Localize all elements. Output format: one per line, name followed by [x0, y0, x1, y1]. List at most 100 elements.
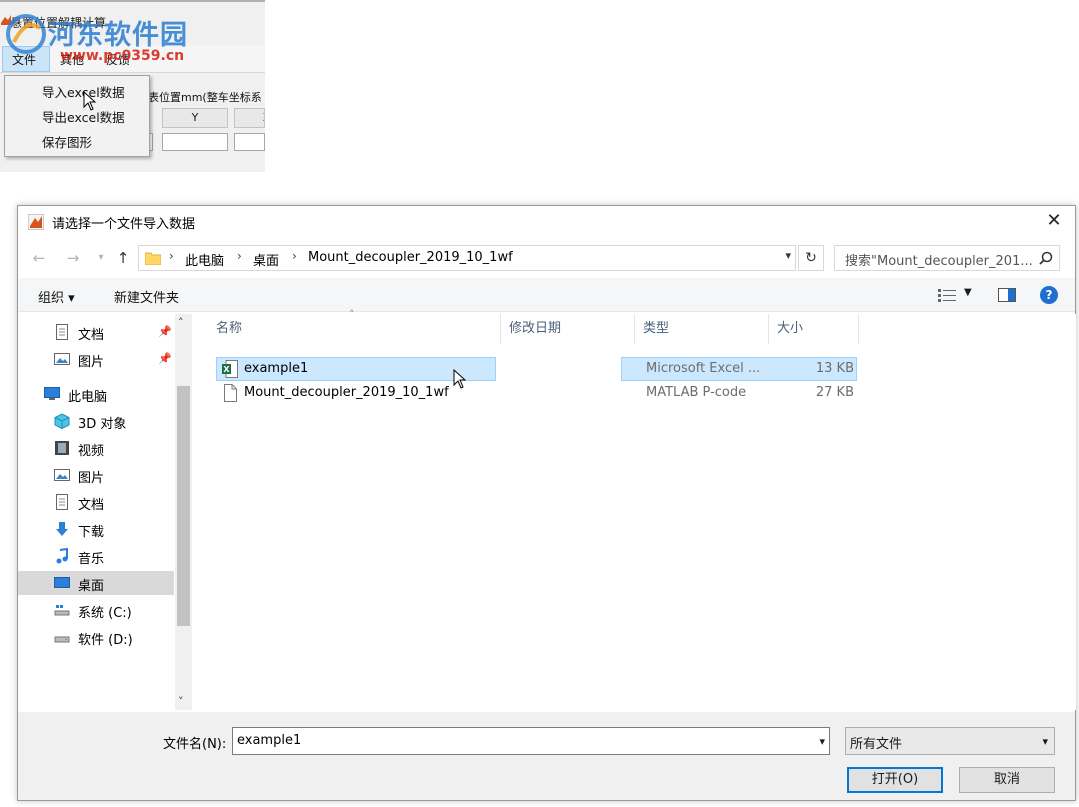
search-icon	[1039, 251, 1053, 265]
chevron-down-icon[interactable]: ▾	[785, 249, 791, 262]
search-input[interactable]: 搜索"Mount_decoupler_201...	[834, 245, 1060, 271]
filename-label: 文件名(N):	[163, 737, 227, 752]
address-bar[interactable]: › 此电脑 › 桌面 › Mount_decoupler_2019_10_1wf…	[138, 245, 796, 271]
column-header-name[interactable]: 名称	[208, 314, 501, 344]
chevron-down-icon[interactable]: ▼	[964, 287, 972, 298]
app-column-z-header: Z	[234, 108, 265, 128]
sidebar-item-label: 图片	[78, 355, 105, 370]
pin-icon: 📌	[158, 325, 172, 338]
sidebar-item-label: 文档	[78, 328, 105, 343]
chevron-down-icon[interactable]: ▾	[819, 735, 825, 748]
column-header-size[interactable]: 大小	[769, 314, 859, 344]
breadcrumb-separator-icon: ›	[169, 249, 174, 263]
navigation-pane: 文档 📌 图片 📌 此电脑 3D 对象 视频 图片 文档 下载 音乐 桌面 系统 (C:) 软件 (D:)…	[18, 314, 192, 710]
up-arrow-icon[interactable]: ↑	[112, 247, 134, 269]
breadcrumb-desktop[interactable]: 桌面	[253, 250, 279, 269]
download-icon	[56, 522, 68, 536]
breadcrumb-separator-icon: ›	[292, 249, 297, 263]
open-button[interactable]: 打开(O)	[847, 767, 943, 793]
sidebar-item[interactable]: 3D 对象	[18, 409, 174, 433]
mouse-cursor-icon	[83, 91, 97, 111]
document-icon	[56, 324, 68, 340]
search-placeholder: 搜索"Mount_decoupler_201...	[845, 254, 1033, 269]
music-icon	[56, 548, 68, 564]
file-size: 13 KB	[815, 361, 854, 376]
matlab-app-window: 悬置位置解耦计算 文件 其他 反馈 表位置mm(整车坐标系 Y Z 导入exce…	[0, 0, 265, 172]
cancel-button[interactable]: 取消	[959, 767, 1055, 793]
navigation-bar: ← → ▾ ↑ › 此电脑 › 桌面 › Mount_decoupler_201…	[18, 242, 1075, 274]
file-row[interactable]: X example1 Microsoft Excel ... 13 KB	[216, 357, 857, 381]
close-button[interactable]: ✕	[1041, 210, 1067, 234]
app-menu-file[interactable]: 文件	[12, 51, 36, 68]
matlab-icon	[28, 214, 44, 230]
file-type: Microsoft Excel ...	[646, 361, 761, 376]
organize-button[interactable]: 组织 ▾	[38, 287, 75, 306]
preview-pane-icon[interactable]	[998, 288, 1016, 302]
svg-text:X: X	[223, 365, 230, 374]
recent-dropdown-icon[interactable]: ▾	[90, 247, 112, 269]
app-input-y[interactable]	[162, 133, 228, 151]
app-menubar: 文件 其他 反馈	[0, 45, 265, 73]
sidebar-item[interactable]: 图片	[18, 463, 174, 487]
sidebar-item-label: 系统 (C:)	[78, 606, 132, 621]
file-row[interactable]: Mount_decoupler_2019_10_1wf MATLAB P-cod…	[216, 381, 856, 405]
scroll-down-icon[interactable]: ˅	[178, 695, 184, 708]
breadcrumb-folder[interactable]: Mount_decoupler_2019_10_1wf	[308, 250, 513, 265]
file-name: example1	[244, 361, 309, 376]
breadcrumb-this-pc[interactable]: 此电脑	[185, 250, 224, 269]
sidebar-item[interactable]: 音乐	[18, 544, 174, 568]
app-menu-feedback[interactable]: 反馈	[106, 51, 130, 68]
sidebar-item[interactable]: 下载	[18, 517, 174, 541]
sidebar-item[interactable]: 软件 (D:)	[18, 625, 174, 649]
file-size: 27 KB	[815, 385, 854, 400]
sidebar-item-label: 下载	[78, 525, 105, 540]
filename-input[interactable]: example1 ▾	[232, 727, 830, 755]
file-type: MATLAB P-code	[646, 385, 747, 400]
sidebar-item[interactable]: 系统 (C:)	[18, 598, 174, 622]
file-name: Mount_decoupler_2019_10_1wf	[244, 385, 449, 400]
sidebar-item[interactable]: 文档 📌	[18, 320, 174, 344]
app-input-z[interactable]	[234, 133, 265, 151]
sidebar-item[interactable]: 此电脑	[18, 382, 174, 406]
file-type-filter-select[interactable]: 所有文件 ▾	[845, 727, 1055, 755]
sidebar-item[interactable]: 图片 📌	[18, 347, 174, 371]
filename-value: example1	[237, 733, 302, 748]
excel-file-icon: X	[222, 360, 238, 378]
forward-arrow-icon[interactable]: →	[62, 247, 84, 269]
menu-save-figure[interactable]: 保存图形	[42, 132, 92, 151]
app-title: 悬置位置解耦计算	[10, 16, 107, 30]
scroll-up-icon[interactable]: ˄	[178, 316, 184, 329]
app-panel-label: 表位置mm(整车坐标系	[148, 91, 262, 104]
sidebar-item-label: 音乐	[78, 552, 105, 567]
scrollbar-thumb[interactable]	[177, 386, 190, 626]
video-icon	[55, 441, 69, 455]
dialog-toolbar: 组织 ▾ 新建文件夹 ▼ ?	[18, 278, 1075, 312]
file-open-dialog: 请选择一个文件导入数据 ✕ ← → ▾ ↑ › 此电脑 › 桌面 › Mount…	[17, 205, 1076, 801]
dialog-title: 请选择一个文件导入数据	[52, 217, 196, 232]
3d-objects-icon	[54, 413, 70, 429]
system-drive-icon	[54, 605, 70, 616]
view-options-icon[interactable]	[938, 288, 956, 302]
sidebar-item-label: 图片	[78, 471, 105, 486]
back-arrow-icon[interactable]: ←	[28, 247, 50, 269]
sidebar-item-label: 文档	[78, 498, 105, 513]
pictures-icon	[54, 353, 70, 365]
sidebar-item[interactable]: 文档	[18, 490, 174, 514]
sidebar-item[interactable]: 视频	[18, 436, 174, 460]
navigation-scrollbar[interactable]: ˄ ˅	[175, 314, 192, 710]
chevron-down-icon[interactable]: ▾	[1042, 735, 1048, 748]
column-header-modified[interactable]: 修改日期	[501, 314, 635, 344]
new-folder-button[interactable]: 新建文件夹	[114, 287, 179, 306]
sidebar-item[interactable]: 桌面	[18, 571, 174, 595]
desktop-icon	[54, 577, 70, 588]
sidebar-item-label: 3D 对象	[78, 417, 127, 432]
refresh-button[interactable]: ↻	[798, 245, 824, 271]
breadcrumb-separator-icon: ›	[237, 249, 242, 263]
sidebar-item-label: 软件 (D:)	[78, 633, 133, 648]
app-menu-other[interactable]: 其他	[60, 51, 84, 68]
help-icon[interactable]: ?	[1040, 286, 1058, 304]
column-header-type[interactable]: 类型	[635, 314, 769, 344]
sidebar-item-label: 此电脑	[68, 390, 108, 405]
drive-icon	[54, 636, 70, 643]
sidebar-item-label: 桌面	[78, 579, 105, 594]
